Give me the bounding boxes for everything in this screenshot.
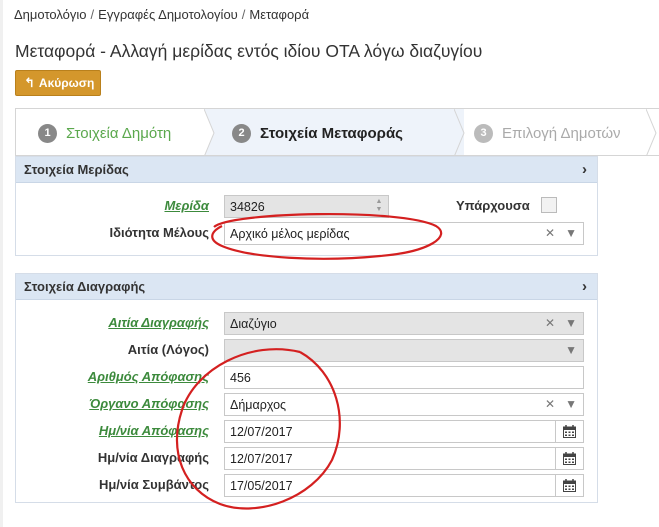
- decision-date-value: 12/07/2017: [230, 424, 293, 439]
- wizard-step-2[interactable]: 2 Στοιχεία Μεταφοράς: [214, 109, 464, 155]
- cause-select[interactable]: ▼: [224, 339, 584, 362]
- breadcrumb-separator: /: [90, 7, 95, 22]
- event-date-value: 17/05/2017: [230, 478, 293, 493]
- calendar-icon[interactable]: [555, 448, 583, 469]
- member-row: Ιδιότητα Μέλους Αρχικό μέλος μερίδας ✕ ▼: [16, 222, 597, 245]
- reason-row: Αιτία Διαγραφής Διαζύγιο ✕ ▼: [16, 312, 597, 335]
- wizard-step-1[interactable]: 1 Στοιχεία Δημότη: [16, 109, 214, 155]
- left-edge: [0, 0, 3, 527]
- clear-icon[interactable]: ✕: [545, 397, 555, 411]
- member-select[interactable]: Αρχικό μέλος μερίδας ✕ ▼: [224, 222, 584, 245]
- merida-label: Μερίδα: [164, 198, 209, 213]
- deletion-date-input[interactable]: 12/07/2017: [224, 447, 584, 470]
- cancel-button-label: Ακύρωση: [38, 76, 95, 90]
- decision-number-input[interactable]: 456: [224, 366, 584, 389]
- step-divider-icon: [204, 109, 226, 155]
- breadcrumb-separator: /: [241, 7, 246, 22]
- organ-select[interactable]: Δήμαρχος ✕ ▼: [224, 393, 584, 416]
- chevron-down-icon[interactable]: ▼: [565, 226, 577, 240]
- wizard-step-3[interactable]: 3 Επιλογή Δημοτών: [464, 109, 659, 155]
- chevron-right-icon[interactable]: ›: [582, 161, 587, 178]
- breadcrumb-item-registry[interactable]: Δημοτολόγιο: [14, 7, 87, 22]
- undo-arrow-icon: ↰: [24, 75, 35, 90]
- decision-date-label: Ημ/νία Απόφασης: [98, 423, 209, 438]
- page-title: Μεταφορά - Αλλαγή μερίδας εντός ιδίου ΟΤ…: [15, 41, 483, 61]
- reason-label: Αιτία Διαγραφής: [108, 315, 209, 330]
- panel-deletion-title: Στοιχεία Διαγραφής: [24, 279, 146, 294]
- breadcrumb-item-entries[interactable]: Εγγραφές Δημοτολογίου: [98, 7, 238, 22]
- event-date-input[interactable]: 17/05/2017: [224, 474, 584, 497]
- deletion-date-row: Ημ/νία Διαγραφής 12/07/2017: [16, 447, 597, 470]
- panel-deletion: Στοιχεία Διαγραφής › Αιτία Διαγραφής Δια…: [15, 273, 598, 503]
- step-divider-icon: [454, 109, 465, 155]
- organ-value: Δήμαρχος: [230, 397, 287, 412]
- step-divider-icon: [646, 109, 657, 155]
- panel-deletion-header[interactable]: Στοιχεία Διαγραφής ›: [16, 274, 597, 300]
- deletion-date-label: Ημ/νία Διαγραφής: [97, 450, 209, 465]
- event-date-label: Ημ/νία Συμβάντος: [98, 477, 209, 492]
- organ-label: Όργανο Απόφασης: [89, 396, 209, 411]
- event-date-row: Ημ/νία Συμβάντος 17/05/2017: [16, 474, 597, 497]
- chevron-down-icon[interactable]: ▼: [565, 397, 577, 411]
- chevron-down-icon[interactable]: ▼: [565, 316, 577, 330]
- member-value: Αρχικό μέλος μερίδας: [230, 226, 350, 241]
- wizard-step-3-label: Επιλογή Δημοτών: [502, 124, 621, 142]
- existing-checkbox[interactable]: [541, 197, 557, 213]
- chevron-right-icon[interactable]: ›: [582, 278, 587, 295]
- step-number-badge: 1: [38, 123, 57, 143]
- cancel-button[interactable]: ↰ Ακύρωση: [15, 70, 101, 96]
- cause-row: Αιτία (Λόγος) ▼: [16, 339, 597, 362]
- panel-merida-title: Στοιχεία Μερίδας: [24, 162, 129, 177]
- merida-row: Μερίδα 34826 ▲ ▼ Υπάρχουσα: [16, 195, 597, 218]
- step-number-badge: 2: [232, 123, 251, 143]
- panel-merida-header[interactable]: Στοιχεία Μερίδας ›: [16, 157, 597, 183]
- decision-number-row: Αριθμός Απόφασης 456: [16, 366, 597, 389]
- panel-merida: Στοιχεία Μερίδας › Μερίδα 34826 ▲ ▼ Υπάρχ…: [15, 156, 598, 256]
- deletion-date-value: 12/07/2017: [230, 451, 293, 466]
- step-number-badge: 3: [474, 123, 493, 143]
- merida-number-input[interactable]: 34826 ▲ ▼: [224, 195, 389, 218]
- clear-icon[interactable]: ✕: [545, 316, 555, 330]
- wizard-steps: 1 Στοιχεία Δημότη 2 Στοιχεία Μεταφοράς 3…: [15, 108, 659, 156]
- spinner-icon[interactable]: ▲ ▼: [374, 198, 384, 215]
- existing-label: Υπάρχουσα: [456, 198, 530, 213]
- breadcrumb: Δημοτολόγιο / Εγγραφές Δημοτολογίου / Μεταφο…: [14, 7, 309, 22]
- decision-date-input[interactable]: 12/07/2017: [224, 420, 584, 443]
- calendar-icon[interactable]: [555, 475, 583, 496]
- reason-select[interactable]: Διαζύγιο ✕ ▼: [224, 312, 584, 335]
- wizard-step-2-label: Στοιχεία Μεταφοράς: [260, 124, 403, 142]
- merida-value: 34826: [230, 199, 265, 214]
- organ-row: Όργανο Απόφασης Δήμαρχος ✕ ▼: [16, 393, 597, 416]
- cause-label: Αιτία (Λόγος): [127, 342, 209, 357]
- reason-value: Διαζύγιο: [230, 316, 277, 331]
- decision-number-label: Αριθμός Απόφασης: [87, 369, 209, 384]
- decision-number-value: 456: [230, 370, 251, 385]
- clear-icon[interactable]: ✕: [545, 226, 555, 240]
- wizard-step-1-label: Στοιχεία Δημότη: [66, 124, 172, 142]
- calendar-icon[interactable]: [555, 421, 583, 442]
- member-label: Ιδιότητα Μέλους: [109, 225, 209, 240]
- decision-date-row: Ημ/νία Απόφασης 12/07/2017: [16, 420, 597, 443]
- chevron-down-icon[interactable]: ▼: [565, 343, 577, 357]
- breadcrumb-item-transfer: Μεταφορά: [249, 7, 310, 22]
